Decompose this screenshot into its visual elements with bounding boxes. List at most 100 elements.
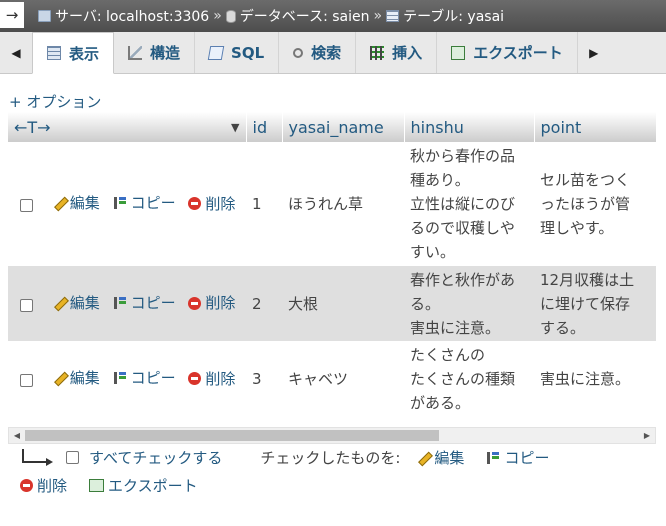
breadcrumb: → サーバ: localhost:3306 » データベース: saien » … [0,0,666,32]
column-header-id[interactable]: id [246,112,283,142]
cell-id[interactable]: 1 [246,142,282,266]
delete-label: 削除 [205,194,236,213]
column-arrows[interactable]: ←T→ [14,118,51,137]
edit-link[interactable]: 編集 [52,191,100,215]
breadcrumb-separator: » [213,8,222,24]
tab-browse[interactable]: 表示 [32,32,115,74]
database-icon [225,9,236,23]
table-row: 編集 コピー 削除 2 大根 春作と秋作があ る。 害虫に注意。 12月収穫は土… [8,266,656,341]
tab-bar: ◀ 表示 構造 SQL 検索 挿入 エクスポート ▶ [0,32,666,74]
bulk-actions-row-2: 削除 エクスポート [20,475,198,496]
edit-label: 編集 [69,293,100,312]
pencil-icon [416,451,430,465]
copy-label: コピー [130,194,176,212]
tab-next-icon[interactable]: ▶ [578,32,610,73]
tab-label: 検索 [311,44,342,62]
cell-id[interactable]: 3 [246,341,282,417]
edit-link[interactable]: 編集 [52,366,100,390]
row-checkbox[interactable] [20,199,33,212]
bulk-delete-label: 削除 [37,477,68,495]
collapse-arrow-icon[interactable]: → [0,1,24,28]
column-mover-header[interactable]: ←T→ ▼ [8,112,247,142]
row-actions: 編集 コピー 削除 [8,266,246,341]
delete-link[interactable]: 削除 [188,291,235,315]
cell-yasai-name[interactable]: キャベツ [282,341,404,417]
structure-icon [128,45,143,60]
export-icon [451,45,466,60]
cell-hinshu[interactable]: たくさんの たくさんの種類 がある。 [404,341,534,417]
bulk-copy-button[interactable]: コピー [486,447,549,468]
horizontal-scrollbar[interactable]: ◀ ▶ [8,427,656,444]
cell-hinshu[interactable]: 秋から春作の品 種あり。 立性は縦にのび るので収穫しや すい。 [404,142,534,266]
scrollbar-thumb[interactable] [25,430,439,441]
copy-link[interactable]: コピー [113,291,176,315]
bulk-export-button[interactable]: エクスポート [89,475,198,496]
breadcrumb-database[interactable]: データベース: saien [225,6,370,26]
column-header-yasai-name[interactable]: yasai_name [282,112,405,142]
scroll-left-icon[interactable]: ◀ [9,428,25,443]
return-arrow-icon [22,448,53,466]
cell-point[interactable]: 害虫に注意。 [534,341,656,417]
copy-link[interactable]: コピー [113,366,176,390]
check-all-link[interactable]: すべてチェックする [89,447,222,468]
delete-icon [188,296,202,310]
cell-yasai-name[interactable]: 大根 [282,266,404,341]
breadcrumb-server-label: サーバ: localhost:3306 [55,9,210,25]
server-icon [38,10,51,22]
export-icon [89,479,105,492]
delete-icon [20,479,33,492]
delete-link[interactable]: 削除 [188,192,235,216]
tab-prev-icon[interactable]: ◀ [0,32,32,73]
breadcrumb-table-label: テーブル: yasai [403,9,505,25]
cell-id[interactable]: 2 [246,266,282,341]
bulk-edit-label: 編集 [434,449,465,467]
table-icon [386,10,400,22]
sort-dropdown-icon[interactable]: ▼ [231,121,239,134]
options-link[interactable]: + オプション [9,91,101,112]
copy-label: コピー [130,369,176,387]
with-selected-label: チェックしたものを: [260,449,401,467]
cell-point[interactable]: 12月収穫は土 に埋けて保存 する。 [534,266,656,341]
table-row: 編集 コピー 削除 1 ほうれん草 秋から春作の品 種あり。 立性は縦にのび る… [8,142,656,266]
edit-label: 編集 [69,194,100,212]
tab-sql[interactable]: SQL [195,32,280,73]
breadcrumb-database-label: データベース: saien [239,9,370,25]
cell-yasai-name[interactable]: ほうれん草 [282,142,404,266]
column-header-point[interactable]: point [534,112,657,142]
edit-link[interactable]: 編集 [52,291,100,315]
bulk-copy-label: コピー [504,449,550,467]
cell-hinshu[interactable]: 春作と秋作があ る。 害虫に注意。 [404,266,534,341]
bulk-delete-button[interactable]: 削除 [20,475,67,496]
copy-icon [113,196,127,210]
column-header-hinshu[interactable]: hinshu [404,112,535,142]
delete-label: 削除 [205,369,236,388]
insert-icon [370,45,385,60]
tab-structure[interactable]: 構造 [114,32,196,73]
tab-label: 表示 [69,44,100,63]
delete-icon [188,197,202,210]
row-actions: 編集 コピー 削除 [8,142,246,266]
delete-link[interactable]: 削除 [188,367,235,391]
tab-insert[interactable]: 挿入 [356,32,438,73]
pencil-icon [52,196,66,210]
delete-icon [188,372,202,385]
table-header-row: ←T→ ▼ id yasai_name hinshu point [8,112,657,142]
tab-export[interactable]: エクスポート [437,32,578,73]
bulk-edit-button[interactable]: 編集 [416,447,464,468]
row-actions: 編集 コピー 削除 [8,341,246,417]
tab-search[interactable]: 検索 [279,32,357,73]
cell-point[interactable]: セル苗をつく ったほうが管 理しやす。 [534,142,656,266]
copy-link[interactable]: コピー [113,191,176,215]
check-all-checkbox[interactable] [66,451,79,464]
breadcrumb-server[interactable]: サーバ: localhost:3306 [38,6,209,26]
delete-label: 削除 [205,294,236,312]
breadcrumb-table[interactable]: テーブル: yasai [386,6,504,26]
tab-label: 挿入 [392,44,423,62]
row-checkbox[interactable] [20,374,33,387]
row-checkbox[interactable] [20,298,33,312]
copy-icon [113,371,127,385]
tab-label: 構造 [150,44,181,62]
table-row: 編集 コピー 削除 3 キャベツ たくさんの たくさんの種類 がある。 害虫に注… [8,341,656,417]
scroll-right-icon[interactable]: ▶ [639,428,655,443]
search-icon [293,47,304,58]
